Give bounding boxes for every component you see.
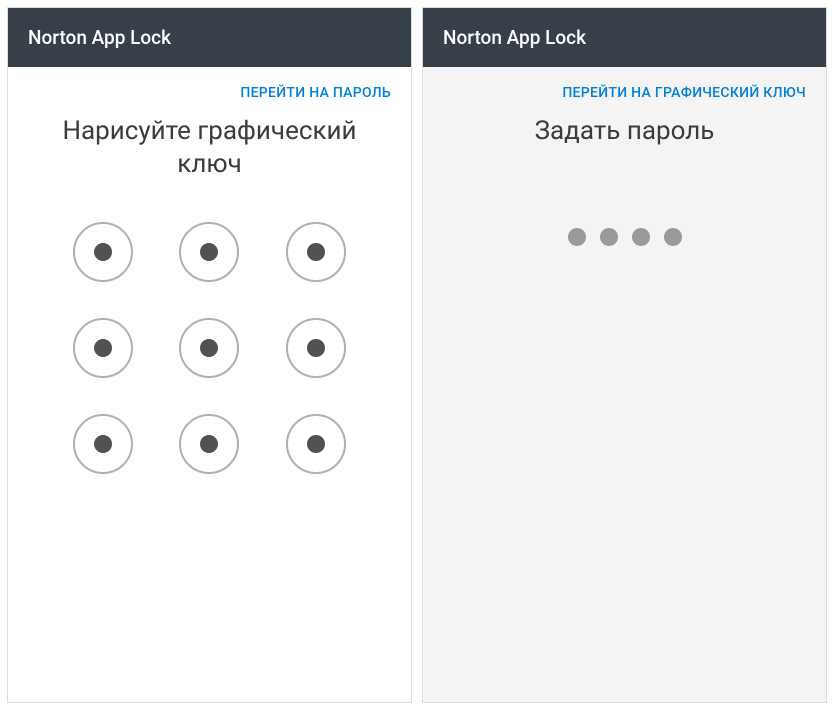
pin-dot (664, 228, 682, 246)
app-header: Norton App Lock (423, 8, 826, 67)
pattern-node-dot (307, 435, 325, 453)
pattern-node[interactable] (73, 222, 133, 282)
pattern-instruction: Нарисуйте графический ключ (8, 109, 411, 210)
pattern-node[interactable] (73, 318, 133, 378)
switch-to-pattern-link[interactable]: ПЕРЕЙТИ НА ГРАФИЧЕСКИЙ КЛЮЧ (423, 67, 826, 109)
pattern-node[interactable] (286, 414, 346, 474)
pattern-node[interactable] (179, 222, 239, 282)
pattern-lock-screen: Norton App Lock ПЕРЕЙТИ НА ПАРОЛЬ Нарису… (7, 7, 412, 703)
pattern-node[interactable] (179, 414, 239, 474)
pattern-node-dot (94, 339, 112, 357)
pattern-node-dot (94, 435, 112, 453)
app-title: Norton App Lock (443, 26, 586, 49)
pattern-grid[interactable] (8, 210, 411, 486)
password-lock-screen: Norton App Lock ПЕРЕЙТИ НА ГРАФИЧЕСКИЙ К… (422, 7, 827, 703)
password-instruction: Задать пароль (423, 109, 826, 178)
pattern-node-dot (200, 435, 218, 453)
pattern-node[interactable] (179, 318, 239, 378)
app-title: Norton App Lock (28, 26, 171, 49)
pattern-node[interactable] (73, 414, 133, 474)
switch-link-label: ПЕРЕЙТИ НА ПАРОЛЬ (240, 85, 391, 101)
pin-dot (632, 228, 650, 246)
pattern-node[interactable] (286, 318, 346, 378)
pattern-node-dot (94, 243, 112, 261)
pattern-node[interactable] (286, 222, 346, 282)
pattern-node-dot (200, 243, 218, 261)
pattern-node-dot (307, 243, 325, 261)
switch-to-password-link[interactable]: ПЕРЕЙТИ НА ПАРОЛЬ (8, 67, 411, 109)
pin-dot (600, 228, 618, 246)
pattern-node-dot (200, 339, 218, 357)
app-header: Norton App Lock (8, 8, 411, 67)
pin-input[interactable] (423, 178, 826, 246)
pin-dot (568, 228, 586, 246)
pattern-node-dot (307, 339, 325, 357)
switch-link-label: ПЕРЕЙТИ НА ГРАФИЧЕСКИЙ КЛЮЧ (562, 85, 806, 101)
